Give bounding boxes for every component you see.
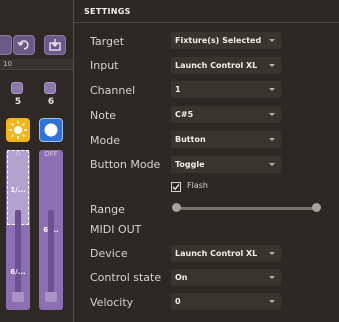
chevron-down-icon xyxy=(269,163,275,166)
channel-fader[interactable]: 0 1/... 6/... xyxy=(6,150,30,310)
toolbar-button-1[interactable] xyxy=(0,35,12,55)
control-state-value: On xyxy=(175,273,188,282)
control-state-dropdown[interactable]: On xyxy=(171,269,281,286)
sun-icon[interactable] xyxy=(6,118,30,142)
input-dropdown[interactable]: Launch Control XL xyxy=(171,57,281,74)
velocity-label: Velocity xyxy=(90,296,134,309)
target-value: Fixture(s) Selected xyxy=(175,36,262,45)
channel-select-button[interactable] xyxy=(11,82,23,94)
panel-title: SETTINGS xyxy=(84,7,131,16)
save-button[interactable] xyxy=(44,35,66,55)
button-mode-value: Toggle xyxy=(175,160,205,169)
range-min-handle[interactable] xyxy=(172,203,181,212)
note-dropdown[interactable]: C#5 xyxy=(171,106,281,123)
chevron-down-icon xyxy=(269,88,275,91)
midi-out-heading: MIDI OUT xyxy=(90,223,142,236)
input-value: Launch Control XL xyxy=(175,61,258,70)
button-mode-label: Button Mode xyxy=(90,158,161,171)
fader-top-value: OFF xyxy=(44,150,58,158)
chevron-down-icon xyxy=(269,276,275,279)
button-mode-dropdown[interactable]: Toggle xyxy=(171,156,281,173)
fader-top-value: 0 xyxy=(15,150,21,158)
target-dropdown[interactable]: Fixture(s) Selected xyxy=(171,32,281,49)
channel-label: Channel xyxy=(90,84,136,97)
velocity-value: 0 xyxy=(175,297,181,306)
fader-mid-value: 1/... xyxy=(10,186,26,194)
note-label: Note xyxy=(90,109,117,122)
fader-track xyxy=(15,210,21,302)
target-label: Target xyxy=(90,35,125,48)
chevron-down-icon xyxy=(269,39,275,42)
control-state-label: Control state xyxy=(90,271,162,284)
circle-icon[interactable] xyxy=(39,118,63,142)
panel-divider xyxy=(74,22,339,23)
device-dropdown[interactable]: Launch Control XL xyxy=(171,245,281,262)
chevron-down-icon xyxy=(269,113,275,116)
channel-strip-5: 5 0 1/... 6/... xyxy=(6,70,30,320)
checkmark-icon xyxy=(172,184,180,191)
chevron-down-icon xyxy=(269,252,275,255)
channel-number: 6 xyxy=(47,97,55,107)
mode-dropdown[interactable]: Button xyxy=(171,131,281,148)
channel-dropdown[interactable]: 1 xyxy=(171,81,281,98)
mode-label: Mode xyxy=(90,134,120,147)
range-max-handle[interactable] xyxy=(312,203,321,212)
save-icon xyxy=(49,39,61,51)
device-value: Launch Control XL xyxy=(175,249,258,258)
flash-label: Flash xyxy=(187,181,208,190)
note-value: C#5 xyxy=(175,110,194,119)
chevron-down-icon xyxy=(269,138,275,141)
chevron-down-icon xyxy=(269,64,275,67)
chevron-down-icon xyxy=(269,300,275,303)
channel-value: 1 xyxy=(175,85,181,94)
fader-track xyxy=(48,210,54,302)
flash-checkbox[interactable] xyxy=(171,182,181,192)
fader-handle[interactable] xyxy=(45,292,57,302)
channel-number: 5 xyxy=(14,97,22,107)
fader-low-value: 6/... xyxy=(10,268,26,276)
channel-fader[interactable]: OFF 6/... xyxy=(39,150,63,310)
range-slider-track[interactable] xyxy=(176,207,316,210)
mode-value: Button xyxy=(175,135,206,144)
device-label: Device xyxy=(90,247,128,260)
range-label: Range xyxy=(90,203,125,216)
fader-handle[interactable] xyxy=(12,292,24,302)
input-label: Input xyxy=(90,59,119,72)
settings-panel: SETTINGS Target Fixture(s) Selected Inpu… xyxy=(73,0,339,322)
velocity-dropdown[interactable]: 0 xyxy=(171,293,281,310)
ruler-number: 10 xyxy=(3,60,12,68)
undo-icon xyxy=(17,40,29,50)
channel-select-button[interactable] xyxy=(44,82,56,94)
undo-button[interactable] xyxy=(13,35,35,55)
channel-strip-6: 6 OFF 6/... xyxy=(39,70,63,320)
